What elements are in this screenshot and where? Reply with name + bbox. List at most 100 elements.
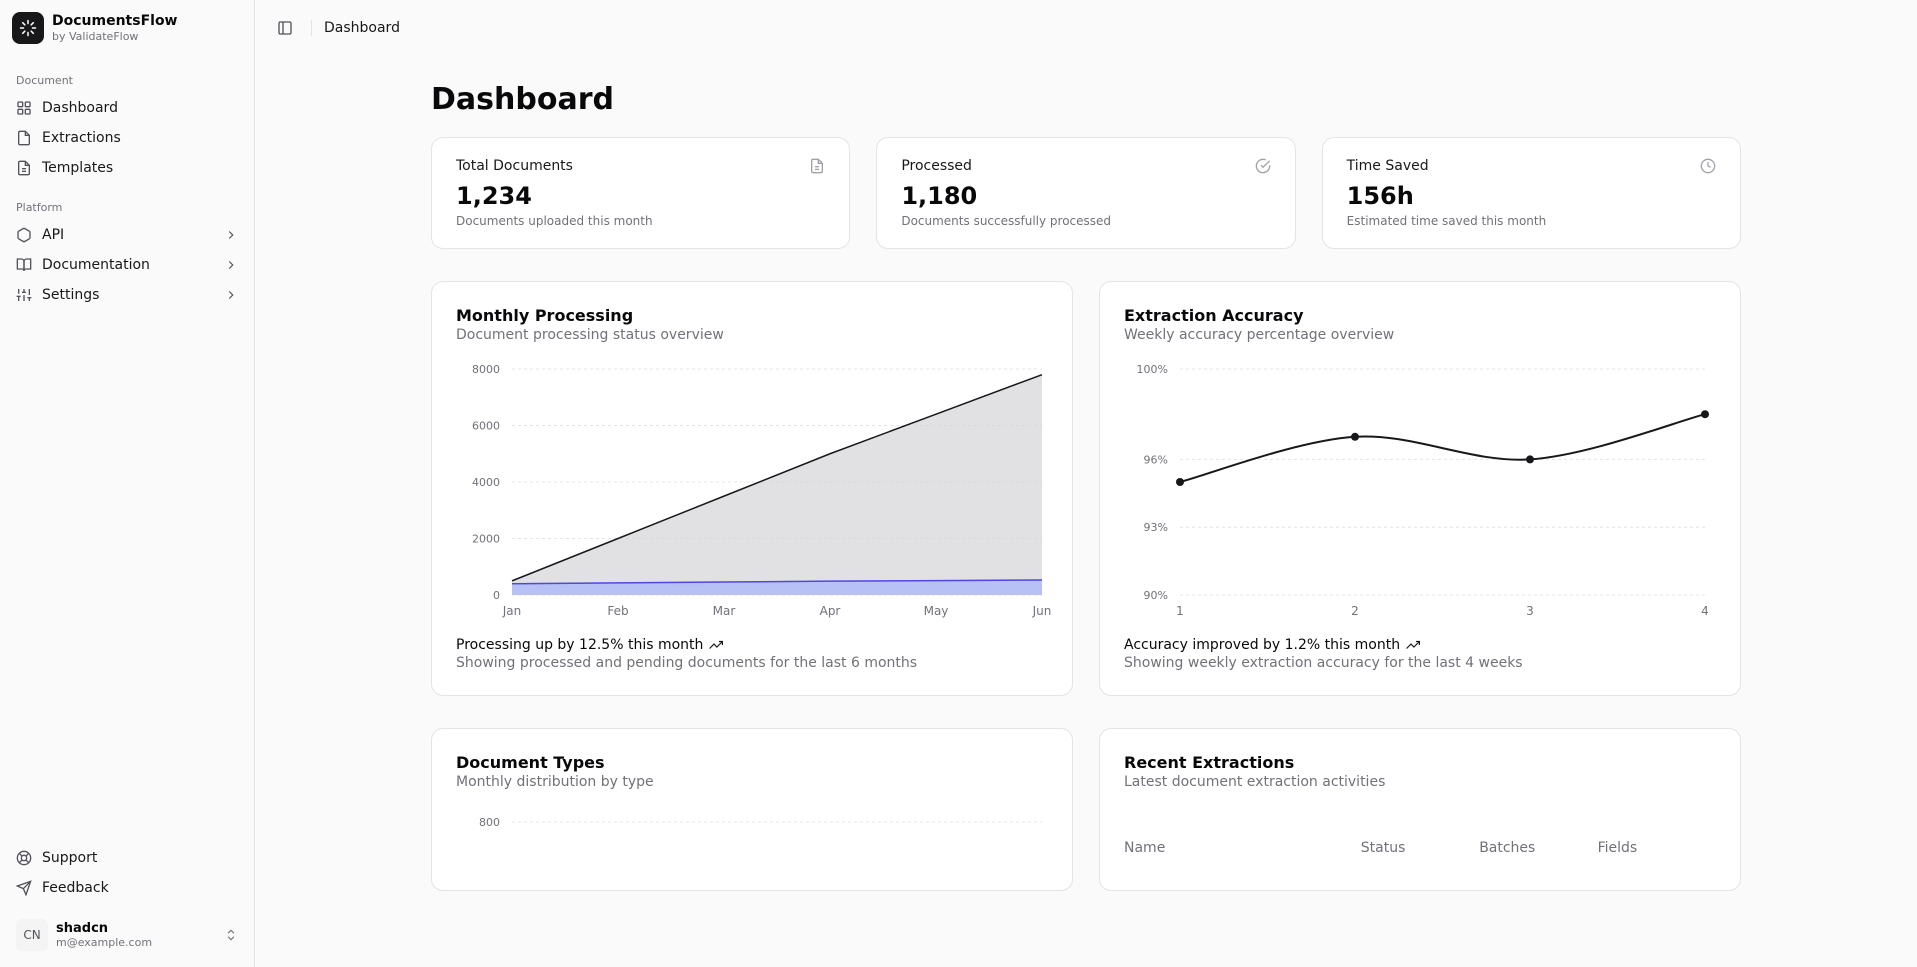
sidebar-item-label: Templates <box>42 160 113 176</box>
dashboard-icon <box>16 100 32 116</box>
stat-desc: Documents successfully processed <box>901 214 1270 228</box>
sidebar-item-label: Dashboard <box>42 100 118 116</box>
app-logo <box>12 12 44 44</box>
sidebar-item-api[interactable]: API <box>8 220 246 250</box>
sidebar-item-extractions[interactable]: Extractions <box>8 123 246 153</box>
api-icon <box>16 227 32 243</box>
chart-footer-stat: Processing up by 12.5% this month <box>456 637 1048 653</box>
chart-card-extraction-accuracy: Extraction Accuracy Weekly accuracy perc… <box>1099 281 1741 696</box>
svg-text:4000: 4000 <box>472 476 500 489</box>
sidebar-item-dashboard[interactable]: Dashboard <box>8 93 246 123</box>
stat-desc: Estimated time saved this month <box>1347 214 1716 228</box>
chart-title: Document Types <box>456 753 1048 772</box>
sidebar-item-label: API <box>42 227 64 243</box>
chart-footer-stat: Accuracy improved by 1.2% this month <box>1124 637 1716 653</box>
chart-footer-sub: Showing processed and pending documents … <box>456 655 1048 671</box>
user-name: shadcn <box>56 921 216 937</box>
chart-subtitle: Weekly accuracy percentage overview <box>1124 327 1716 343</box>
stat-label: Processed <box>901 158 972 174</box>
settings-icon <box>16 287 32 303</box>
chevron-right-icon <box>224 258 238 272</box>
stat-card-processed: Processed 1,180 Documents successfully p… <box>876 137 1295 249</box>
page-title: Dashboard <box>431 82 1741 117</box>
support-icon <box>16 850 32 866</box>
template-icon <box>16 160 32 176</box>
panel-left-icon <box>277 20 293 36</box>
svg-text:Feb: Feb <box>607 604 628 618</box>
svg-text:93%: 93% <box>1144 521 1168 534</box>
svg-text:96%: 96% <box>1144 453 1168 466</box>
clock-icon <box>1700 158 1716 174</box>
user-menu[interactable]: CN shadcn m@example.com <box>8 911 246 959</box>
document-types-chart: 800 <box>456 806 1048 846</box>
svg-text:Mar: Mar <box>713 604 736 618</box>
card-title: Recent Extractions <box>1124 753 1716 772</box>
chart-card-document-types: Document Types Monthly distribution by t… <box>431 728 1073 891</box>
svg-text:Jun: Jun <box>1032 604 1052 618</box>
sidebar-item-feedback[interactable]: Feedback <box>8 873 246 903</box>
trending-up-icon <box>709 638 723 652</box>
chart-title: Extraction Accuracy <box>1124 306 1716 325</box>
file-icon <box>16 130 32 146</box>
svg-text:6000: 6000 <box>472 420 500 433</box>
chevrons-up-down-icon <box>224 928 238 942</box>
stat-label: Total Documents <box>456 158 573 174</box>
stat-label: Time Saved <box>1347 158 1429 174</box>
sidebar-item-label: Documentation <box>42 257 150 273</box>
sidebar: DocumentsFlow by ValidateFlow Document D… <box>0 0 255 967</box>
check-circle-icon <box>1255 158 1271 174</box>
stat-card-time: Time Saved 156h Estimated time saved thi… <box>1322 137 1741 249</box>
svg-text:100%: 100% <box>1137 363 1168 376</box>
chart-card-monthly-processing: Monthly Processing Document processing s… <box>431 281 1073 696</box>
chart-subtitle: Document processing status overview <box>456 327 1048 343</box>
stat-card-total: Total Documents 1,234 Documents uploaded… <box>431 137 850 249</box>
breadcrumb: Dashboard <box>324 20 400 36</box>
svg-text:2000: 2000 <box>472 533 500 546</box>
svg-text:2: 2 <box>1351 604 1359 618</box>
card-recent-extractions: Recent Extractions Latest document extra… <box>1099 728 1741 891</box>
send-icon <box>16 880 32 896</box>
svg-text:4: 4 <box>1701 604 1709 618</box>
monthly-processing-chart: 02000400060008000JanFebMarAprMayJun <box>456 359 1048 619</box>
svg-text:Apr: Apr <box>820 604 841 618</box>
sidebar-item-label: Feedback <box>42 880 109 896</box>
sidebar-item-label: Settings <box>42 287 99 303</box>
table-column-name: Name <box>1124 840 1361 856</box>
stat-value: 1,180 <box>901 182 1270 210</box>
svg-text:3: 3 <box>1526 604 1534 618</box>
table-column-status: Status <box>1361 840 1479 856</box>
topbar: Dashboard <box>255 0 1917 56</box>
sidebar-item-label: Support <box>42 850 97 866</box>
stat-value: 156h <box>1347 182 1716 210</box>
brand-subtitle: by ValidateFlow <box>52 30 178 43</box>
user-email: m@example.com <box>56 936 216 949</box>
svg-text:May: May <box>924 604 949 618</box>
chevron-right-icon <box>224 288 238 302</box>
svg-text:800: 800 <box>479 816 500 829</box>
toggle-sidebar-button[interactable] <box>271 14 299 42</box>
sidebar-item-label: Extractions <box>42 130 121 146</box>
sidebar-item-templates[interactable]: Templates <box>8 153 246 183</box>
svg-text:1: 1 <box>1176 604 1184 618</box>
content[interactable]: Dashboard Total Documents 1,234 Document… <box>255 56 1917 967</box>
main: Dashboard Dashboard Total Documents 1,23… <box>255 0 1917 967</box>
chart-subtitle: Monthly distribution by type <box>456 774 1048 790</box>
recent-extractions-table-header: Name Status Batches Fields <box>1124 830 1716 866</box>
sidebar-item-support[interactable]: Support <box>8 843 246 873</box>
chart-title: Monthly Processing <box>456 306 1048 325</box>
stat-value: 1,234 <box>456 182 825 210</box>
sidebar-item-settings[interactable]: Settings <box>8 280 246 310</box>
sidebar-item-documentation[interactable]: Documentation <box>8 250 246 280</box>
chevron-right-icon <box>224 228 238 242</box>
svg-text:90%: 90% <box>1144 589 1168 602</box>
nav-section-platform: Platform <box>8 195 246 220</box>
book-icon <box>16 257 32 273</box>
extraction-accuracy-chart: 90% 93% 96% 100% 1 2 3 4 <box>1124 359 1716 619</box>
card-subtitle: Latest document extraction activities <box>1124 774 1716 790</box>
separator <box>311 20 312 36</box>
trending-up-icon <box>1406 638 1420 652</box>
sidebar-header: DocumentsFlow by ValidateFlow <box>8 8 246 56</box>
chart-footer-sub: Showing weekly extraction accuracy for t… <box>1124 655 1716 671</box>
table-column-batches: Batches <box>1479 840 1597 856</box>
brand-name: DocumentsFlow <box>52 13 178 30</box>
